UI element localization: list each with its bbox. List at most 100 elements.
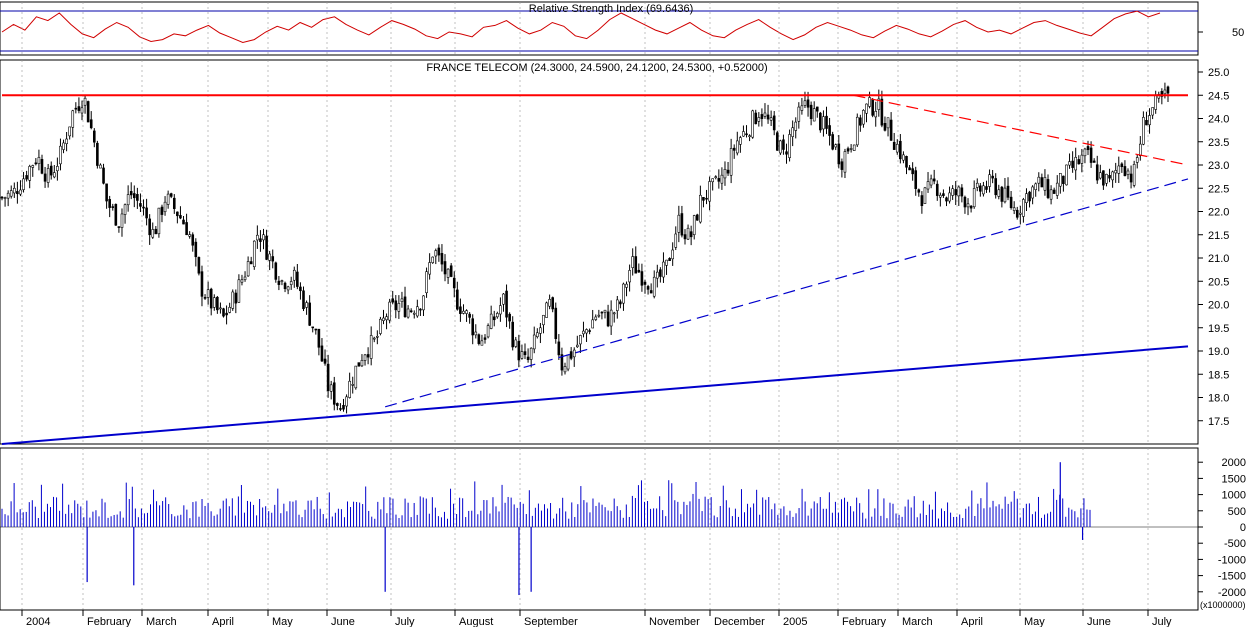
candle-body: [917, 189, 921, 193]
y-tick-label: 17.5: [1208, 416, 1229, 428]
candle-body: [1132, 164, 1136, 186]
y-tick-label: 21.0: [1208, 253, 1229, 265]
candle-body: [822, 116, 825, 130]
candle-body: [459, 306, 462, 314]
candle-body: [1142, 117, 1145, 145]
candle-body: [74, 107, 78, 110]
candle-body: [628, 270, 631, 283]
candle-body: [1046, 179, 1050, 198]
candle-body: [357, 362, 361, 367]
candle-body: [302, 290, 305, 310]
candle-body: [1154, 94, 1157, 110]
candle-body: [311, 326, 315, 329]
candle-body: [889, 119, 893, 141]
candle-body: [582, 330, 585, 335]
candle-body: [1049, 189, 1053, 200]
candle-body: [1139, 143, 1142, 156]
candle-body: [963, 196, 967, 208]
candle-body: [179, 215, 182, 219]
x-tick-label: June: [331, 616, 355, 627]
candle-body: [108, 199, 111, 208]
candle-body: [77, 106, 81, 111]
x-tick-label: July: [1152, 616, 1172, 627]
candle-body: [360, 360, 364, 367]
candle-body: [169, 193, 173, 197]
candle-body: [905, 156, 908, 168]
candle-body: [1062, 175, 1065, 184]
candle-body: [951, 188, 954, 196]
candle-body: [305, 302, 308, 308]
price-title: FRANCE TELECOM (24.3000, 24.5900, 24.120…: [426, 62, 767, 74]
candle-body: [779, 140, 782, 154]
candle-body: [142, 206, 145, 209]
candle-body: [775, 132, 779, 151]
candle-body: [880, 98, 884, 126]
candle-body: [1126, 170, 1130, 175]
candle-body: [96, 142, 99, 166]
candle-body: [563, 366, 567, 373]
candle-body: [689, 231, 693, 238]
candle-body: [1095, 164, 1099, 181]
candle-body: [120, 213, 124, 228]
candle-body: [935, 183, 939, 196]
candle-body: [225, 312, 228, 316]
candle-body: [406, 308, 410, 318]
candle-body: [289, 281, 293, 285]
candle-body: [720, 174, 724, 184]
volume-tick-label: 1000: [1222, 490, 1246, 502]
candle-body: [637, 269, 641, 273]
candle-body: [960, 187, 964, 197]
candle-body: [1111, 171, 1114, 181]
candle-body: [1040, 177, 1044, 188]
candle-body: [871, 99, 874, 116]
candle-body: [391, 298, 395, 303]
candle-body: [597, 314, 601, 317]
candle-body: [43, 173, 47, 182]
candle-body: [191, 234, 195, 246]
candle-body: [665, 259, 668, 266]
candle-body: [539, 327, 542, 334]
candle-body: [926, 181, 930, 190]
candle-body: [705, 197, 708, 200]
candle-body: [351, 384, 355, 386]
candle-body: [265, 235, 268, 260]
candle-body: [416, 306, 419, 317]
trendlines: [1, 94, 1189, 445]
candle-body: [591, 319, 594, 329]
candle-body: [572, 349, 576, 358]
candle-body: [1031, 186, 1034, 199]
candle-body: [53, 172, 56, 178]
candle-body: [56, 166, 59, 172]
volume-tick-label: 0: [1240, 522, 1246, 534]
candle-body: [612, 312, 616, 315]
candle-body: [566, 354, 570, 370]
candle-body: [492, 316, 496, 321]
candle-body: [511, 321, 515, 348]
candle-body: [815, 106, 819, 112]
candle-body: [71, 110, 75, 128]
volume-tick-label: -1000: [1218, 554, 1246, 566]
candle-body: [462, 310, 465, 314]
candle-body: [132, 193, 136, 199]
candle-body: [985, 186, 988, 190]
candle-body: [126, 194, 130, 206]
candle-body: [886, 117, 890, 129]
candle-body: [1114, 170, 1117, 174]
candle-body: [859, 117, 862, 126]
y-tick-label: 20.5: [1208, 276, 1229, 288]
candle-body: [695, 214, 699, 221]
candle-body: [908, 167, 911, 171]
candle-body: [19, 189, 22, 195]
candle-body: [892, 141, 896, 150]
x-tick-label: April: [961, 616, 983, 627]
candle-body: [766, 114, 770, 120]
candle-body: [1145, 120, 1148, 126]
candle-body: [268, 253, 271, 261]
y-tick-label: 23.0: [1208, 160, 1229, 172]
candle-body: [1006, 185, 1010, 198]
candle-body: [13, 187, 16, 194]
candle-body: [606, 311, 610, 327]
candle-body: [37, 157, 41, 164]
candle-body: [1151, 107, 1154, 116]
candle-body: [22, 178, 25, 190]
